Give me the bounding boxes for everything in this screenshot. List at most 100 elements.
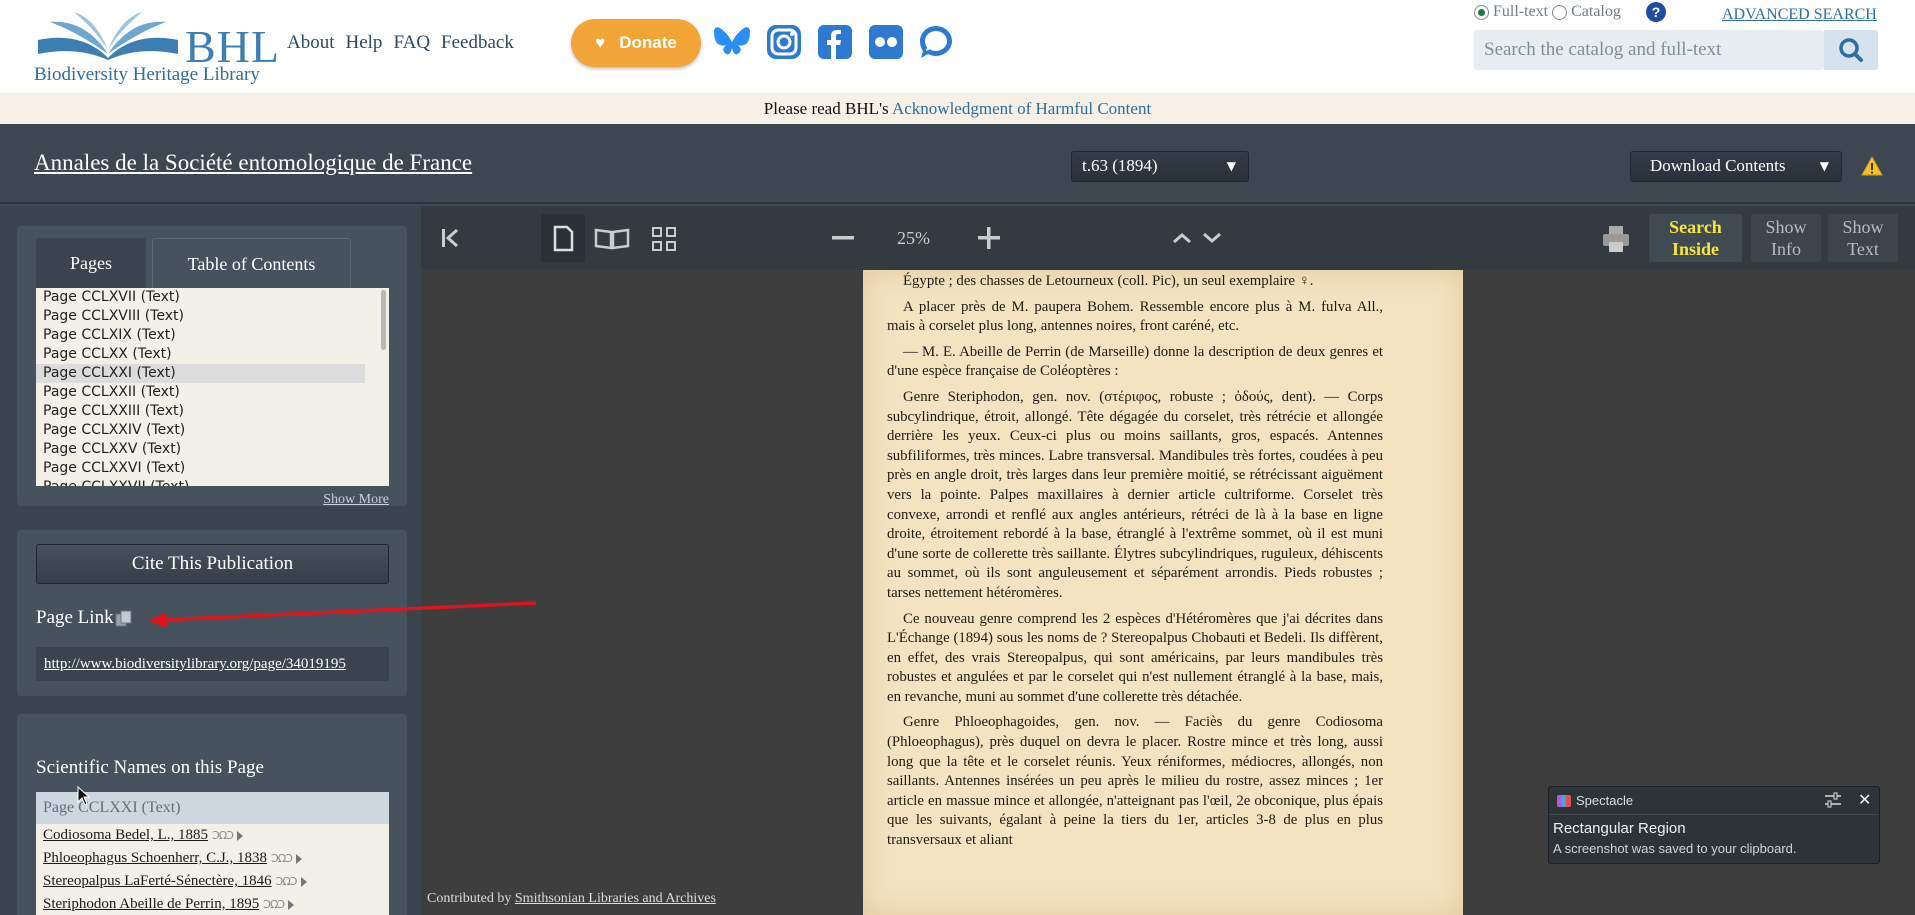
scientific-name-item: Codiosoma Bedel, L., 1885 ƆΩƆ: [36, 824, 389, 847]
page-list-item[interactable]: Page CCLXXVII (Text): [36, 478, 365, 486]
zoom-in-icon[interactable]: [978, 227, 1000, 249]
download-label: Download Contents: [1650, 156, 1786, 175]
page-paragraph: Genre Steriphodon, gen. nov. (στέριφος, …: [887, 388, 1383, 601]
contributed-prefix: Contributed by: [427, 891, 515, 906]
search-inside-button[interactable]: Search Inside: [1649, 214, 1742, 262]
page-list-item[interactable]: Page CCLXXV (Text): [36, 440, 365, 459]
search-input[interactable]: [1474, 30, 1822, 70]
catalog-label[interactable]: Catalog: [1571, 3, 1621, 21]
nav-feedback[interactable]: Feedback: [441, 32, 514, 54]
instagram-icon[interactable]: [764, 22, 804, 62]
expand-triangle-icon[interactable]: [288, 899, 295, 910]
contributor-link[interactable]: Smithsonian Libraries and Archives: [515, 891, 716, 906]
dna-icon[interactable]: ƆΩƆ: [212, 824, 234, 847]
catalog-radio[interactable]: [1552, 4, 1568, 20]
fulltext-label[interactable]: Full-text: [1493, 3, 1548, 21]
first-page-icon[interactable]: [441, 228, 459, 248]
harmful-content-link[interactable]: Acknowledgment of Harmful Content: [892, 99, 1151, 118]
donate-button[interactable]: ♥ Donate: [571, 19, 701, 67]
red-arrow-annotation: [148, 601, 537, 628]
scientific-name-link[interactable]: Codiosoma Bedel, L., 1885: [43, 824, 208, 847]
page-list-item[interactable]: Page CCLXX (Text): [36, 345, 365, 364]
close-icon[interactable]: ✕: [1858, 790, 1871, 810]
page-list[interactable]: Page CCLXVII (Text) Page CCLXVIII (Text)…: [36, 288, 389, 486]
page-list-item-selected[interactable]: Page CCLXXI (Text): [36, 364, 365, 383]
nav-about[interactable]: About: [287, 32, 335, 54]
show-text-button[interactable]: Show Text: [1828, 214, 1898, 262]
screenshot-notification[interactable]: Spectacle ✕ Rectangular Region A screens…: [1548, 786, 1880, 864]
scanned-page-image: Égypte ; des chasses de Letourneux (coll…: [863, 270, 1463, 915]
page-list-item[interactable]: Page CCLXIX (Text): [36, 326, 365, 345]
page-list-item[interactable]: Page CCLXXVI (Text): [36, 459, 365, 478]
search-mode-group: Full-text Catalog: [1474, 3, 1621, 21]
dna-icon[interactable]: ƆΩƆ: [271, 847, 293, 870]
facebook-icon[interactable]: [815, 22, 855, 62]
download-contents-button[interactable]: Download Contents ▼: [1630, 151, 1842, 182]
page-list-item[interactable]: Page CCLXVIII (Text): [36, 307, 365, 326]
copy-icon[interactable]: [115, 610, 133, 628]
single-page-icon: [553, 225, 574, 252]
mouse-cursor-icon: [77, 786, 91, 806]
search-button[interactable]: [1824, 30, 1878, 70]
page-paragraph: A placer près de M. paupera Bohem. Resse…: [887, 298, 1383, 335]
chevron-down-icon: ▼: [1226, 159, 1236, 173]
chat-icon[interactable]: [916, 22, 956, 62]
grid-view-icon[interactable]: [652, 227, 676, 251]
notification-divider: [1549, 814, 1879, 815]
scientific-name-link[interactable]: Steriphodon Abeille de Perrin, 1895: [43, 893, 259, 915]
show-info-line1: Show: [1765, 217, 1807, 237]
chevron-down-icon: ▼: [1819, 159, 1829, 173]
fulltext-radio[interactable]: [1474, 4, 1489, 20]
scientific-name-item: Phloeophagus Schoenherr, C.J., 1838 ƆΩƆ: [36, 847, 389, 870]
book-title[interactable]: Annales de la Société entomologique de F…: [34, 150, 472, 176]
dna-icon[interactable]: ƆΩƆ: [276, 870, 298, 893]
notice-text: Please read BHL's: [763, 99, 892, 118]
previous-page-icon[interactable]: [1172, 232, 1192, 244]
flickr-icon[interactable]: [866, 22, 906, 62]
show-info-button[interactable]: Show Info: [1751, 214, 1821, 262]
page-list-scrollbar[interactable]: [381, 290, 386, 350]
scientific-name-link[interactable]: Stereopalpus LaFerté-Sénectère, 1846: [43, 870, 272, 893]
configure-icon[interactable]: [1824, 792, 1842, 808]
search-inside-line2: Inside: [1671, 239, 1720, 259]
site-header: BHL Biodiversity Heritage Library About …: [0, 0, 1915, 93]
expand-triangle-icon[interactable]: [236, 830, 243, 841]
nav-faq[interactable]: FAQ: [393, 32, 430, 54]
tab-pages[interactable]: Pages: [36, 238, 146, 288]
viewer-toolbar: 25% Search Inside Show Info Show Text: [421, 206, 1915, 270]
show-text-line2: Text: [1847, 239, 1879, 259]
tab-table-of-contents[interactable]: Table of Contents: [152, 238, 351, 288]
advanced-search-link[interactable]: ADVANCED SEARCH: [1722, 6, 1877, 24]
cite-publication-button[interactable]: Cite This Publication: [36, 544, 389, 584]
single-page-view-button[interactable]: [541, 214, 585, 262]
bluesky-icon[interactable]: [712, 22, 752, 62]
left-sidebar: Pages Table of Contents Page CCLXVII (Te…: [0, 206, 421, 915]
nav-help[interactable]: Help: [346, 32, 383, 54]
scientific-name-item: Steriphodon Abeille de Perrin, 1895 ƆΩƆ: [36, 893, 389, 915]
page-list-item[interactable]: Page CCLXXII (Text): [36, 383, 365, 402]
bhl-logo[interactable]: BHL Biodiversity Heritage Library: [30, 6, 280, 90]
search-icon: [1839, 38, 1863, 62]
next-page-icon[interactable]: [1202, 232, 1222, 244]
pages-panel: Pages Table of Contents Page CCLXVII (Te…: [17, 226, 407, 508]
zoom-out-icon[interactable]: [832, 236, 854, 240]
notification-title: Rectangular Region: [1553, 820, 1686, 837]
expand-triangle-icon[interactable]: [300, 876, 307, 887]
expand-triangle-icon[interactable]: [295, 853, 302, 864]
warning-icon[interactable]: [1861, 156, 1883, 176]
scientific-names-title: Scientific Names on this Page: [36, 757, 264, 778]
two-page-view-icon[interactable]: [594, 228, 630, 250]
help-icon[interactable]: ?: [1646, 2, 1666, 22]
dna-icon[interactable]: ƆΩƆ: [263, 893, 285, 915]
page-paragraph: Ce nouveau genre comprend les 2 espèces …: [887, 610, 1383, 705]
page-list-item[interactable]: Page CCLXXIV (Text): [36, 421, 365, 440]
page-list-item[interactable]: Page CCLXXIII (Text): [36, 402, 365, 421]
page-link-url[interactable]: http://www.biodiversitylibrary.org/page/…: [36, 647, 389, 681]
contributed-by: Contributed by Smithsonian Libraries and…: [427, 891, 716, 907]
print-icon[interactable]: [1601, 224, 1631, 254]
volume-select[interactable]: t.63 (1894) ▼: [1071, 151, 1249, 182]
scientific-name-link[interactable]: Phloeophagus Schoenherr, C.J., 1838: [43, 847, 267, 870]
show-more-link[interactable]: Show More: [323, 492, 389, 508]
page-list-item[interactable]: Page CCLXVII (Text): [36, 288, 365, 307]
notification-app-name: Spectacle: [1576, 793, 1634, 808]
